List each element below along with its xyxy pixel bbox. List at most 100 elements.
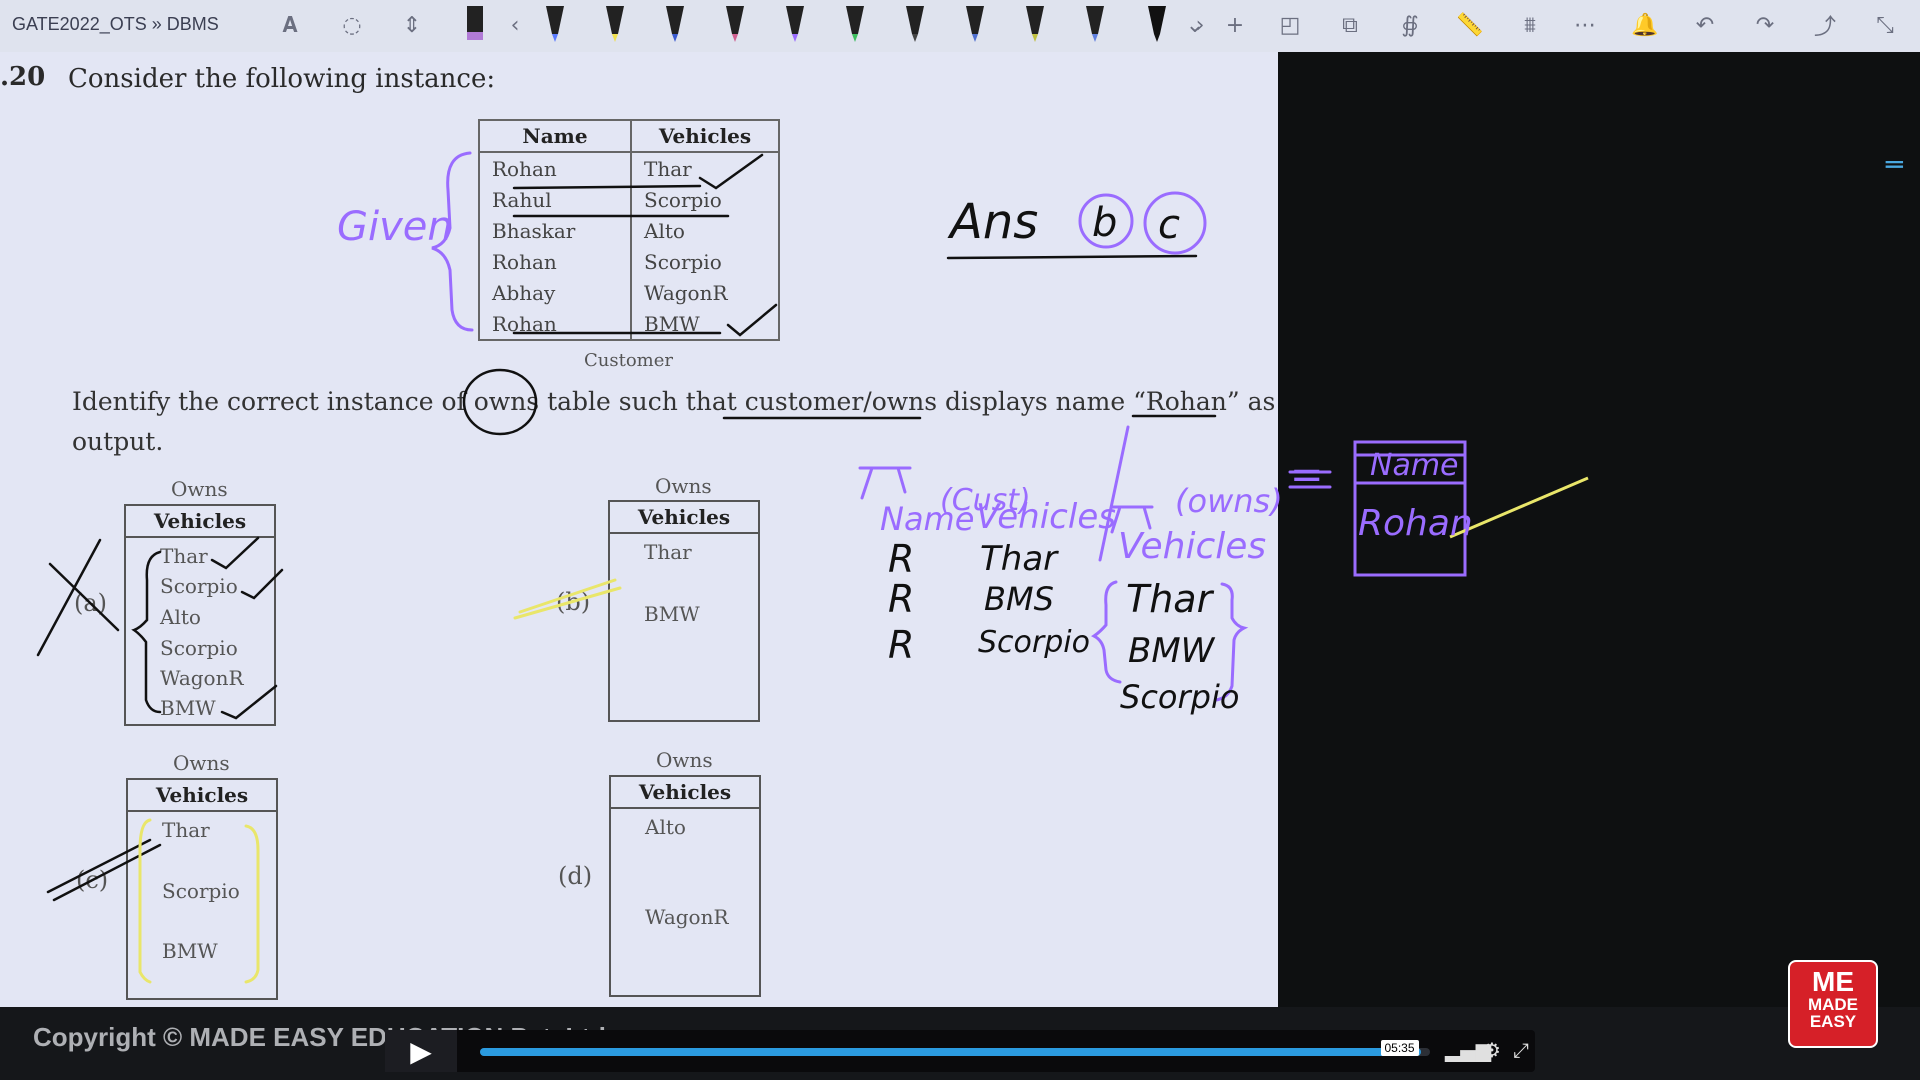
option-a-table: Vehicles Thar Scorpio Alto Scorpio Wagon… xyxy=(124,504,276,726)
cell: Rohan xyxy=(479,152,632,184)
customer-table: Name Vehicles Rohan Thar Rahul Scorpio Bha… xyxy=(478,119,780,341)
shapes-icon[interactable]: ◰ xyxy=(1275,10,1305,40)
cell: WagonR xyxy=(644,280,728,305)
option-b-title: Owns xyxy=(655,474,712,498)
question-prompt: Consider the following instance: xyxy=(68,64,496,94)
ink-to-math-icon[interactable]: ∯ xyxy=(1395,10,1425,40)
cell: BMW xyxy=(644,311,700,336)
question-instruction-end: output. xyxy=(72,427,164,456)
option-c-title: Owns xyxy=(173,751,230,775)
play-button[interactable]: ▶ xyxy=(385,1030,457,1072)
cell: Rohan xyxy=(479,246,632,277)
dark-canvas-area xyxy=(1278,52,1920,1007)
cell: WagonR xyxy=(160,666,244,690)
pen-icon[interactable] xyxy=(1080,2,1110,46)
cell: WagonR xyxy=(645,905,729,929)
share-icon[interactable]: ⤴ xyxy=(1810,10,1840,40)
insert-space-icon[interactable]: ⇕ xyxy=(397,10,427,40)
option-a-label: (a) xyxy=(74,589,108,617)
cell: BMW xyxy=(644,602,700,626)
column-header: Vehicles xyxy=(128,780,276,812)
cell: Rahul xyxy=(479,184,632,215)
redo-icon[interactable]: ↷ xyxy=(1750,10,1780,40)
side-menu-icon[interactable]: ═ xyxy=(1886,148,1903,181)
collapse-icon[interactable]: ⤡ xyxy=(1870,10,1900,40)
cell: BMW xyxy=(160,696,216,720)
table-row: Rahul Scorpio xyxy=(479,184,779,215)
pen-icon[interactable] xyxy=(540,2,570,46)
video-player-controls: ▶ 05:35 ▂▄▆ ⚙ ⤢ xyxy=(385,1030,1535,1072)
table-row: Rohan Thar xyxy=(479,152,779,184)
logo-text: MADE xyxy=(1807,995,1859,1014)
cell: Scorpio xyxy=(160,636,238,660)
time-indicator: 05:35 xyxy=(1380,1040,1419,1056)
table-row: Bhaskar Alto xyxy=(479,215,779,246)
cell: Thar xyxy=(160,544,208,568)
cell: Thar xyxy=(644,540,692,564)
play-icon: ▶ xyxy=(410,1034,432,1068)
cell: BMW xyxy=(162,939,218,963)
pen-icon[interactable] xyxy=(1020,2,1050,46)
ruler-icon[interactable]: 📏 xyxy=(1455,10,1485,40)
cell: Alto xyxy=(160,605,201,629)
cell: Scorpio xyxy=(162,879,240,903)
option-b-label: (b) xyxy=(556,588,591,616)
option-c-table: Vehicles Thar Scorpio BMW xyxy=(126,778,278,1000)
cell: Alto xyxy=(644,218,685,243)
logo-mark: ME xyxy=(1812,966,1854,997)
cell: Abhay xyxy=(479,277,632,308)
pen-icon[interactable] xyxy=(840,2,870,46)
bell-icon[interactable]: 🔔 xyxy=(1630,10,1660,40)
cell: Scorpio xyxy=(644,249,722,274)
more-icon[interactable]: ⋯ xyxy=(1570,10,1600,40)
column-header: Vehicles xyxy=(611,777,759,809)
pen-icon[interactable] xyxy=(720,2,750,46)
option-a-title: Owns xyxy=(171,477,228,501)
column-header: Vehicles xyxy=(610,502,758,534)
cell: Alto xyxy=(645,815,686,839)
undo-icon[interactable]: ↶ xyxy=(1690,10,1720,40)
cell: Bhaskar xyxy=(479,215,632,246)
made-easy-logo: ME MADE EASY xyxy=(1788,960,1878,1048)
column-header: Vehicles xyxy=(126,506,274,538)
option-d-title: Owns xyxy=(656,748,713,772)
highlighter-icon[interactable] xyxy=(460,2,490,46)
option-b-table: Vehicles Thar BMW xyxy=(608,500,760,722)
pen-icon[interactable] xyxy=(1142,2,1172,46)
column-header: Vehicles xyxy=(631,120,779,153)
progress-fill xyxy=(480,1048,1421,1056)
table-row: Rohan Scorpio xyxy=(479,246,779,277)
insert-space-icon[interactable]: ⩩ xyxy=(1515,10,1545,40)
ink-to-shape-icon[interactable]: ⧉ xyxy=(1335,10,1365,40)
option-c-label: (c) xyxy=(76,866,109,894)
table-row: Rohan BMW xyxy=(479,308,779,340)
pen-icon[interactable] xyxy=(780,2,810,46)
chevron-left-icon[interactable]: ‹ xyxy=(500,10,530,40)
breadcrumb[interactable]: GATE2022_OTS » DBMS xyxy=(12,14,219,35)
slide-page: .20 Consider the following instance: Nam… xyxy=(0,52,1278,1007)
cell: Rohan xyxy=(479,308,632,340)
question-instruction: Identify the correct instance of owns ta… xyxy=(72,387,1276,416)
toolbar: GATE2022_OTS » DBMS 𝐀 ◌ ⇕ ‹ ⌄ › + ◰ ⧉ ∯ … xyxy=(0,0,1920,53)
pen-icon[interactable] xyxy=(960,2,990,46)
option-d-label: (d) xyxy=(558,862,593,890)
fullscreen-icon[interactable]: ⤢ xyxy=(1513,1038,1529,1062)
pen-icon[interactable] xyxy=(660,2,690,46)
pen-icon[interactable] xyxy=(600,2,630,46)
column-header: Name xyxy=(479,120,632,153)
pen-icon[interactable] xyxy=(900,2,930,46)
cell: Scorpio xyxy=(644,187,722,212)
cell: Thar xyxy=(162,818,210,842)
text-select-icon[interactable]: 𝐀 xyxy=(275,10,305,40)
chevron-right-icon[interactable]: › xyxy=(1185,10,1215,40)
add-icon[interactable]: + xyxy=(1220,10,1250,40)
cell: Thar xyxy=(644,156,692,181)
option-d-table: Vehicles Alto WagonR xyxy=(609,775,761,997)
table-row: Abhay WagonR xyxy=(479,277,779,308)
lasso-icon[interactable]: ◌ xyxy=(337,10,367,40)
progress-bar[interactable]: 05:35 xyxy=(480,1040,1430,1056)
cell: Scorpio xyxy=(160,574,238,598)
settings-icon[interactable]: ⚙ xyxy=(1483,1038,1501,1062)
customer-caption: Customer xyxy=(584,350,673,371)
question-number: .20 xyxy=(0,62,46,92)
